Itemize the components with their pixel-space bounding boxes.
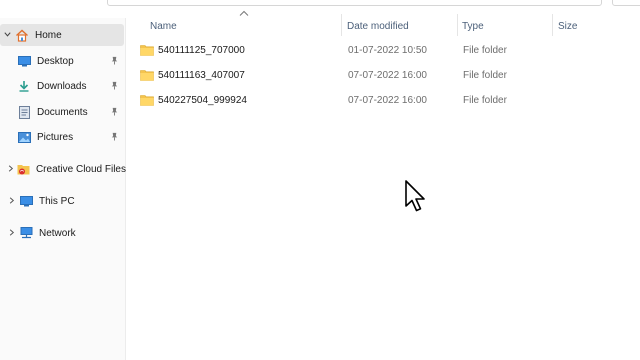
date-modified: 07-07-2022 16:00 [348,69,427,81]
desktop-icon [16,54,32,68]
nav-item-downloads[interactable]: Downloads [16,75,124,97]
column-header-type[interactable]: Type [456,18,551,34]
nav-item-label: Creative Cloud Files [35,163,126,175]
nav-item-home[interactable]: Home [0,24,124,46]
file-name: 540111163_407007 [158,69,245,81]
column-header-size[interactable]: Size [552,18,632,34]
creative-cloud-icon [17,162,31,176]
nav-item-label: Network [39,227,76,239]
nav-item-desktop[interactable]: Desktop [16,50,124,72]
column-header-date[interactable]: Date modified [341,18,456,34]
documents-icon [16,105,32,119]
home-icon [14,28,30,42]
file-name: 540227504_999924 [158,94,247,106]
chevron-right-icon[interactable] [4,196,18,207]
pin-icon [110,81,120,91]
address-bar[interactable] [107,0,602,6]
chevron-down-icon[interactable] [0,30,14,41]
file-type: File folder [463,94,507,106]
nav-item-label: This PC [39,195,75,207]
file-type: File folder [463,69,507,81]
pin-icon [110,107,120,117]
nav-item-this-pc[interactable]: This PC [4,190,126,212]
pin-icon [110,56,120,66]
nav-item-creative-cloud[interactable]: Creative Cloud Files [4,158,126,180]
search-box[interactable] [612,0,640,6]
sort-ascending-icon [239,10,249,16]
file-explorer-window: Home Desktop Downloads Documents Picture… [0,0,640,360]
date-modified: 07-07-2022 16:00 [348,94,427,106]
mouse-cursor-icon [405,180,425,212]
table-row[interactable]: 540111125_707000 01-07-2022 10:50 File f… [140,39,640,61]
nav-item-label: Pictures [37,131,74,143]
table-row[interactable]: 540111163_407007 07-07-2022 16:00 File f… [140,64,640,86]
nav-item-pictures[interactable]: Pictures [16,126,124,148]
chevron-right-icon[interactable] [4,164,17,175]
table-row[interactable]: 540227504_999924 07-07-2022 16:00 File f… [140,89,640,111]
nav-item-network[interactable]: Network [4,222,126,244]
file-type: File folder [463,44,507,56]
nav-item-label: Documents [37,106,88,118]
nav-item-label: Downloads [37,80,87,92]
file-name: 540111125_707000 [158,44,245,56]
nav-item-documents[interactable]: Documents [16,101,124,123]
folder-icon [140,95,154,106]
folder-icon [140,70,154,81]
pin-icon [110,132,120,142]
column-header-name[interactable]: Name [144,18,340,34]
chevron-right-icon[interactable] [4,228,18,239]
date-modified: 01-07-2022 10:50 [348,44,427,56]
download-icon [16,79,32,93]
navigation-pane: Home Desktop Downloads Documents Picture… [0,18,126,360]
nav-item-label: Home [35,29,62,41]
network-icon [18,226,34,240]
nav-item-label: Desktop [37,55,74,67]
folder-icon [140,45,154,56]
computer-icon [18,194,34,208]
pictures-icon [16,130,32,144]
